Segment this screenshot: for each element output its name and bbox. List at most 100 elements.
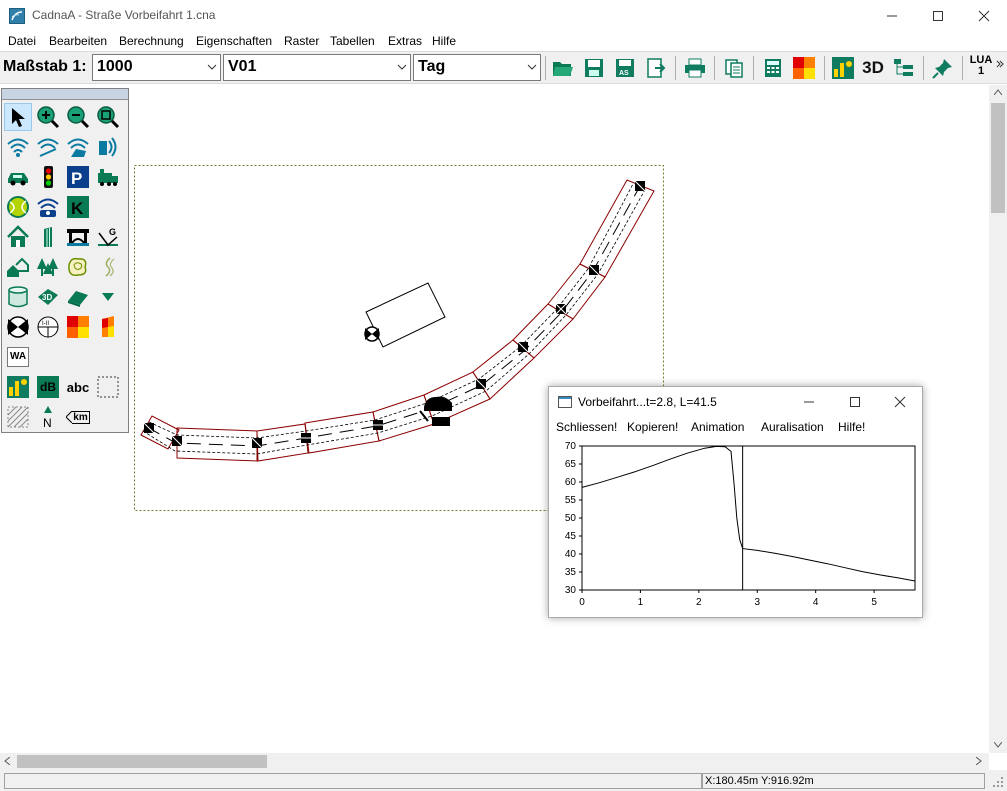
- bridge-tool[interactable]: [64, 223, 92, 251]
- cylinder-tool[interactable]: [4, 283, 32, 311]
- menu-eigenschaften[interactable]: Eigenschaften: [196, 34, 272, 48]
- zoom-out-tool[interactable]: [64, 103, 92, 131]
- 3d-object-tool[interactable]: 3D: [34, 283, 62, 311]
- print-button[interactable]: [682, 55, 708, 81]
- text-tool[interactable]: abc: [64, 373, 92, 401]
- horizontal-scroll-thumb[interactable]: [17, 755, 267, 768]
- menu-tabellen[interactable]: Tabellen: [330, 34, 375, 48]
- building-group-tool[interactable]: [4, 253, 32, 281]
- height-line-tool[interactable]: [94, 253, 122, 281]
- pin-button[interactable]: [930, 55, 956, 81]
- k-tool[interactable]: K: [64, 193, 92, 221]
- menu-berechnung[interactable]: Berechnung: [119, 34, 184, 48]
- popup-menu-schliessen[interactable]: Schliessen!: [556, 420, 617, 434]
- house-icon: [7, 225, 29, 247]
- menu-extras[interactable]: Extras: [388, 34, 422, 48]
- sports-field-tool[interactable]: [4, 193, 32, 221]
- popup-titlebar[interactable]: Vorbeifahrt...t=2.8, L=41.5: [549, 387, 922, 417]
- scale-bar-tool[interactable]: km: [64, 403, 92, 431]
- menu-bearbeiten[interactable]: Bearbeiten: [49, 34, 107, 48]
- railway-tool[interactable]: [94, 163, 122, 191]
- svg-text:G: G: [109, 227, 116, 237]
- palette-titlebar[interactable]: [2, 89, 128, 100]
- barrier-tool[interactable]: [34, 223, 62, 251]
- calculate-button[interactable]: [760, 55, 786, 81]
- vertical-scroll-thumb[interactable]: [991, 103, 1005, 213]
- embankment-tool[interactable]: [64, 283, 92, 311]
- grid-tool[interactable]: [64, 313, 92, 341]
- printer-icon: [685, 58, 705, 78]
- popup-minimize-button[interactable]: [786, 387, 832, 417]
- horizontal-scrollbar[interactable]: [0, 753, 989, 770]
- maximize-button[interactable]: [915, 0, 961, 31]
- popup-menu-kopieren[interactable]: Kopieren!: [627, 420, 678, 434]
- status-message: [4, 773, 702, 789]
- km-label: km: [72, 410, 90, 424]
- building-tool[interactable]: [4, 223, 32, 251]
- 3d-view-button[interactable]: 3D: [860, 55, 886, 81]
- scroll-right-icon[interactable]: [976, 757, 982, 765]
- building-receiver-tool[interactable]: I-II: [34, 313, 62, 341]
- view-button[interactable]: [830, 55, 856, 81]
- chevron-down-icon: [527, 64, 537, 70]
- x-tick-label: 5: [871, 597, 877, 608]
- menu-datei[interactable]: Datei: [8, 34, 36, 48]
- toolbar-separator: [962, 56, 963, 80]
- scroll-left-icon[interactable]: [4, 757, 10, 765]
- tunnel-icon: [37, 198, 59, 217]
- point-object-tool[interactable]: [94, 283, 122, 311]
- popup-menu-animation[interactable]: Animation: [691, 420, 744, 434]
- ground-tool[interactable]: G: [94, 223, 122, 251]
- object-tree-button[interactable]: [891, 55, 917, 81]
- contour-tool[interactable]: [64, 253, 92, 281]
- area-source-tool[interactable]: [64, 133, 92, 161]
- lua-button[interactable]: LUA 1: [966, 55, 996, 77]
- tunnel-tool[interactable]: [34, 193, 62, 221]
- period-combo[interactable]: Tag: [413, 54, 541, 81]
- line-source-tool[interactable]: [34, 133, 62, 161]
- open-button[interactable]: [550, 55, 576, 81]
- select-tool[interactable]: [4, 103, 32, 131]
- vertical-area-source-tool[interactable]: [94, 133, 122, 161]
- bridge-icon: [67, 229, 89, 246]
- zoom-in-tool[interactable]: [34, 103, 62, 131]
- save-as-button[interactable]: AS: [612, 55, 638, 81]
- vertical-scrollbar[interactable]: [989, 85, 1007, 753]
- level-label-tool[interactable]: dB: [34, 373, 62, 401]
- y-tick-label: 30: [565, 585, 577, 596]
- resize-grip-icon[interactable]: [992, 776, 1004, 788]
- point-source-tool[interactable]: [4, 133, 32, 161]
- close-button[interactable]: [961, 0, 1007, 31]
- tennis-ball-icon: [7, 196, 29, 218]
- grid-map-button[interactable]: [791, 55, 817, 81]
- forest-tool[interactable]: [34, 253, 62, 281]
- popup-menu-auralisation[interactable]: Auralisation: [761, 420, 824, 434]
- embankment-icon: [68, 291, 88, 307]
- road-tool[interactable]: [4, 163, 32, 191]
- popup-maximize-button[interactable]: [832, 387, 878, 417]
- scroll-down-icon[interactable]: [994, 742, 1002, 748]
- overflow-chevron-icon[interactable]: [996, 60, 1004, 68]
- receiver-tool[interactable]: [4, 313, 32, 341]
- barrier-wall-icon: [44, 227, 52, 247]
- vertical-grid-tool[interactable]: [94, 313, 122, 341]
- export-button[interactable]: [643, 55, 669, 81]
- copy-button[interactable]: [721, 55, 747, 81]
- graphics-view-tool[interactable]: [4, 373, 32, 401]
- hatching-tool[interactable]: [4, 403, 32, 431]
- parking-lot-tool[interactable]: P: [64, 163, 92, 191]
- minimize-button[interactable]: [869, 0, 915, 31]
- traffic-light-tool[interactable]: [34, 163, 62, 191]
- popup-close-button[interactable]: [877, 387, 923, 417]
- menu-hilfe[interactable]: Hilfe: [432, 34, 456, 48]
- scroll-up-icon[interactable]: [994, 89, 1002, 95]
- popup-menu-hilfe[interactable]: Hilfe!: [838, 420, 865, 434]
- zoom-window-tool[interactable]: [94, 103, 122, 131]
- menu-raster[interactable]: Raster: [284, 34, 319, 48]
- rectangle-select-tool[interactable]: [94, 373, 122, 401]
- north-arrow-tool[interactable]: N: [34, 403, 62, 431]
- save-button[interactable]: [581, 55, 607, 81]
- variant-combo[interactable]: V01: [223, 54, 411, 81]
- land-use-tool[interactable]: WA: [4, 343, 32, 371]
- scale-combo[interactable]: 1000: [92, 54, 221, 81]
